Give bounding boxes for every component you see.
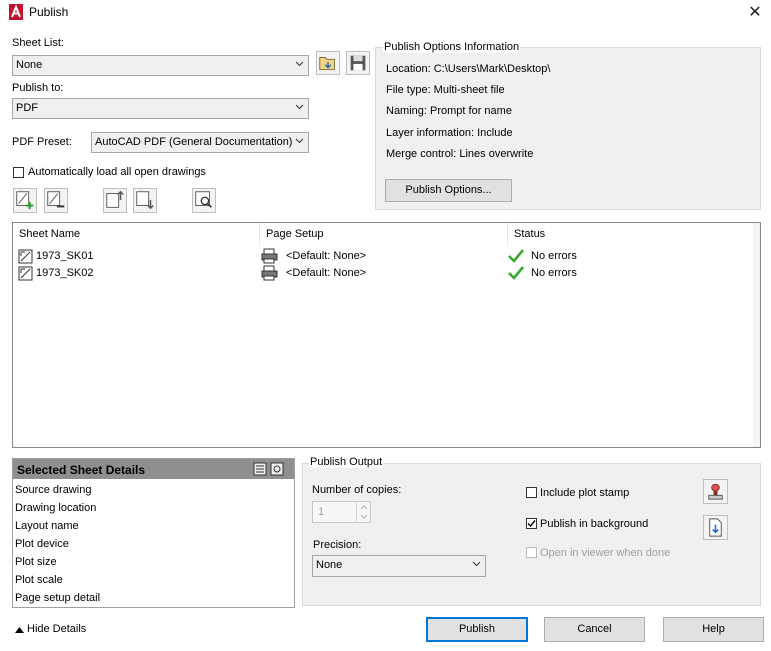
auto-load-label: Automatically load all open drawings bbox=[28, 166, 206, 178]
details-preview-icon[interactable] bbox=[270, 462, 284, 476]
hide-details-label: Hide Details bbox=[27, 623, 87, 635]
detail-page-setup: Page setup detail bbox=[15, 592, 101, 604]
save-sheet-list-button[interactable] bbox=[346, 51, 370, 75]
table-row[interactable]: 1973_SK01 <Default: None> No errors bbox=[13, 248, 753, 265]
triangle-up-icon bbox=[15, 627, 24, 633]
publish-options-info-title: Publish Options Information bbox=[383, 41, 521, 53]
details-title: Selected Sheet Details bbox=[17, 463, 146, 477]
close-icon[interactable]: ✕ bbox=[743, 2, 767, 24]
floppy-disk-icon bbox=[350, 55, 366, 71]
sheet-list-value: None bbox=[16, 59, 43, 71]
move-sheet-down-button[interactable] bbox=[133, 188, 157, 213]
detail-plot-size: Plot size bbox=[15, 556, 57, 568]
spinner-up-down-icon bbox=[360, 505, 368, 519]
move-up-icon bbox=[106, 190, 124, 208]
plot-stamp-settings-button[interactable] bbox=[703, 479, 728, 504]
publish-to-value: PDF bbox=[16, 102, 38, 114]
remove-sheets-button[interactable] bbox=[44, 188, 68, 213]
detail-plot-scale: Plot scale bbox=[15, 574, 63, 586]
details-header: Selected Sheet Details bbox=[13, 459, 294, 479]
check-mark-icon bbox=[527, 520, 536, 528]
pdf-preset-label: PDF Preset: bbox=[12, 136, 72, 148]
detail-layout-name: Layout name bbox=[15, 520, 79, 532]
pdf-preset-dropdown[interactable]: AutoCAD PDF (General Documentation) bbox=[91, 132, 309, 153]
checkmark-icon bbox=[508, 249, 524, 263]
add-sheets-button[interactable] bbox=[13, 188, 37, 213]
move-sheet-up-button[interactable] bbox=[103, 188, 127, 213]
load-sheet-list-button[interactable] bbox=[316, 51, 340, 75]
publish-to-dropdown[interactable]: PDF bbox=[12, 98, 309, 119]
column-header-status[interactable]: Status bbox=[508, 223, 754, 245]
detail-plot-device: Plot device bbox=[15, 538, 69, 550]
copies-spinner[interactable]: 1 bbox=[312, 501, 371, 523]
move-down-icon bbox=[136, 191, 154, 210]
publish-dialog: Publish ✕ Sheet List: None Publish to: P… bbox=[0, 0, 771, 651]
pdf-preset-value: AutoCAD PDF (General Documentation) bbox=[95, 136, 293, 148]
title-bar: Publish ✕ bbox=[0, 0, 771, 26]
list-scrollbar[interactable] bbox=[753, 223, 760, 447]
column-header-sheet-name[interactable]: Sheet Name bbox=[13, 223, 260, 245]
plot-stamp-label: Include plot stamp bbox=[540, 487, 630, 499]
window-title: Publish bbox=[29, 5, 69, 19]
magnifier-preview-icon bbox=[195, 191, 212, 208]
sheet-list-label: Sheet List: bbox=[12, 37, 64, 49]
publish-button[interactable]: Publish bbox=[426, 617, 528, 642]
file-type-text: File type: Multi-sheet file bbox=[386, 84, 505, 96]
cancel-button[interactable]: Cancel bbox=[544, 617, 645, 642]
add-sheet-icon bbox=[16, 191, 34, 210]
detail-drawing-location: Drawing location bbox=[15, 502, 97, 514]
background-job-button[interactable] bbox=[703, 515, 728, 540]
page-setup-cell: <Default: None> bbox=[286, 250, 367, 262]
details-list-view-icon[interactable] bbox=[253, 462, 267, 476]
detail-source-drawing: Source drawing bbox=[15, 484, 92, 496]
chevron-down-icon bbox=[295, 138, 304, 144]
precision-dropdown[interactable]: None bbox=[312, 555, 486, 577]
status-cell: No errors bbox=[531, 250, 577, 262]
preview-button[interactable] bbox=[192, 188, 216, 213]
help-button[interactable]: Help bbox=[663, 617, 764, 642]
page-setup-cell: <Default: None> bbox=[286, 267, 367, 279]
status-cell: No errors bbox=[531, 267, 577, 279]
chevron-down-icon bbox=[472, 561, 481, 567]
column-header-page-setup[interactable]: Page Setup bbox=[260, 223, 508, 245]
location-text: Location: C:\Users\Mark\Desktop\ bbox=[386, 63, 551, 75]
precision-label: Precision: bbox=[313, 539, 362, 551]
publish-to-label: Publish to: bbox=[12, 82, 64, 94]
table-row[interactable]: 1973_SK02 <Default: None> No errors bbox=[13, 265, 753, 282]
layer-info-text: Layer information: Include bbox=[386, 127, 513, 139]
sheet-name-cell: 1973_SK01 bbox=[36, 250, 94, 262]
printer-icon bbox=[261, 248, 278, 264]
publish-background-checkbox[interactable] bbox=[526, 518, 537, 529]
copies-label: Number of copies: bbox=[312, 484, 402, 496]
publish-options-button[interactable]: Publish Options... bbox=[385, 179, 512, 202]
sheet-list-table: Sheet Name Page Setup Status 1973_SK01 <… bbox=[12, 222, 761, 448]
publish-output-title: Publish Output bbox=[309, 456, 384, 468]
merge-control-text: Merge control: Lines overwrite bbox=[386, 148, 534, 160]
sheet-list-dropdown[interactable]: None bbox=[12, 55, 309, 76]
sheet-layout-icon bbox=[18, 266, 33, 281]
spinner-arrows[interactable] bbox=[356, 502, 371, 522]
plot-stamp-checkbox[interactable] bbox=[526, 487, 537, 498]
open-viewer-checkbox[interactable] bbox=[526, 547, 537, 558]
sheet-layout-icon bbox=[18, 249, 33, 264]
printer-icon bbox=[261, 265, 278, 281]
publish-background-label: Publish in background bbox=[540, 518, 649, 530]
document-download-icon bbox=[709, 518, 722, 537]
chevron-down-icon bbox=[295, 61, 304, 67]
stamp-icon bbox=[708, 483, 723, 500]
open-folder-icon bbox=[319, 57, 335, 70]
auto-load-checkbox[interactable] bbox=[13, 167, 24, 178]
open-viewer-label: Open in viewer when done bbox=[540, 547, 671, 559]
autocad-app-icon bbox=[9, 4, 23, 20]
naming-text: Naming: Prompt for name bbox=[386, 105, 512, 117]
copies-value: 1 bbox=[318, 506, 325, 518]
checkmark-icon bbox=[508, 266, 524, 280]
remove-sheet-icon bbox=[47, 191, 65, 208]
chevron-down-icon bbox=[295, 104, 304, 110]
selected-sheet-details-panel: Selected Sheet Details Source drawing Dr… bbox=[12, 458, 295, 608]
sheet-name-cell: 1973_SK02 bbox=[36, 267, 94, 279]
precision-value: None bbox=[316, 559, 343, 571]
